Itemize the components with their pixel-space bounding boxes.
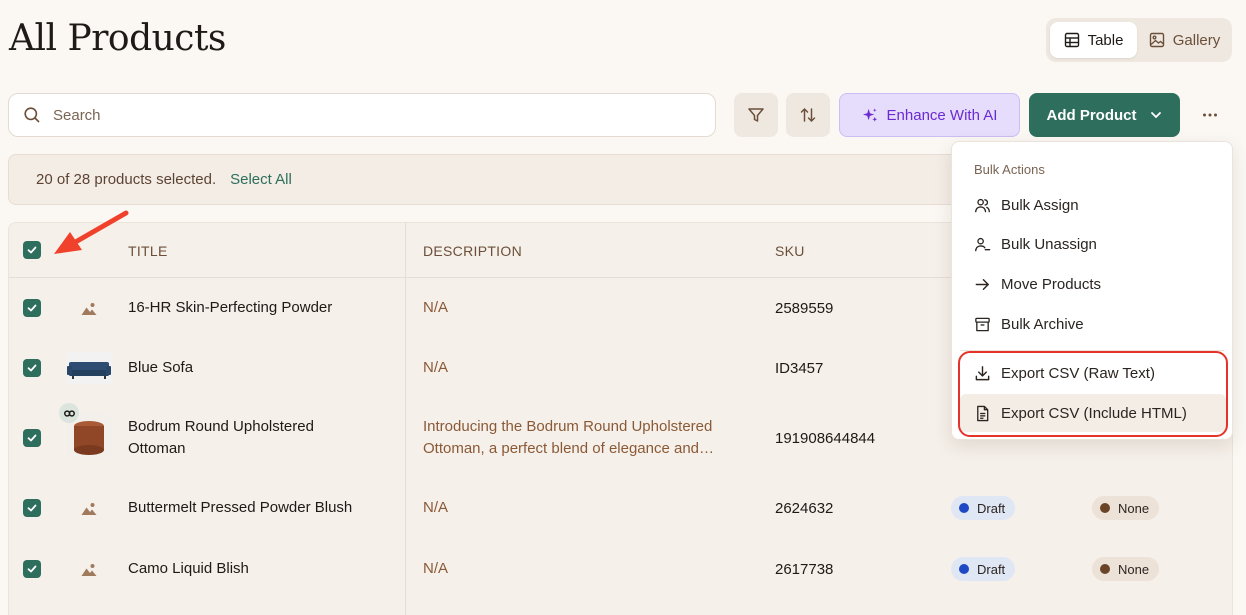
table-icon	[1064, 32, 1079, 48]
row-title: Buttermelt Pressed Powder Blush	[128, 499, 353, 516]
selection-count: 20 of 28 products selected.	[36, 171, 217, 188]
status-dot	[959, 503, 969, 513]
menu-item-export-csv-html[interactable]: Export CSV (Include HTML)	[960, 394, 1226, 432]
row-checkbox[interactable]	[23, 560, 41, 578]
check-icon	[27, 504, 37, 512]
file-text-icon	[977, 405, 989, 421]
status-label: Draft	[977, 561, 1006, 577]
variant-badge[interactable]	[59, 403, 79, 423]
gallery-view-button[interactable]: Gallery	[1141, 22, 1228, 58]
menu-item-label: Bulk Assign	[1001, 196, 1079, 214]
table-view-button[interactable]: Table	[1050, 22, 1137, 58]
assignee-badge[interactable]: None	[1092, 496, 1160, 520]
add-product-label: Add Product	[1046, 106, 1137, 124]
row-description: N/A	[423, 359, 449, 376]
check-icon	[27, 246, 37, 254]
status-badge[interactable]: Draft	[951, 557, 1016, 581]
menu-item-bulk-assign[interactable]: Bulk Assign	[960, 186, 1226, 224]
column-header-description[interactable]: DESCRIPTION	[423, 223, 522, 278]
column-header-title[interactable]: TITLE	[128, 223, 168, 278]
status-badge[interactable]: Draft	[951, 496, 1016, 520]
row-sku: ID3457	[775, 359, 824, 377]
gallery-view-label: Gallery	[1172, 31, 1221, 49]
link-icon	[63, 409, 75, 417]
menu-item-label: Export CSV (Raw Text)	[1001, 364, 1155, 382]
arrow-right-icon	[975, 278, 989, 290]
sort-icon	[800, 107, 816, 123]
row-title: Bodrum Round Upholstered Ottoman	[128, 418, 314, 457]
menu-item-label: Bulk Unassign	[1001, 235, 1097, 253]
menu-item-bulk-archive[interactable]: Bulk Archive	[960, 305, 1226, 343]
annotation-arrow-icon	[54, 210, 129, 254]
assignee-label: None	[1118, 561, 1150, 577]
row-title: Blue Sofa	[128, 359, 194, 376]
users-icon	[975, 198, 990, 212]
more-options-button[interactable]	[1194, 100, 1226, 130]
check-icon	[27, 434, 37, 442]
row-sku: 191908644844	[775, 429, 876, 447]
check-icon	[27, 304, 37, 312]
assignee-dot	[1100, 503, 1110, 513]
view-toggle: Table Gallery	[1046, 18, 1232, 62]
status-dot	[959, 564, 969, 574]
sparkles-icon	[862, 107, 877, 122]
download-icon	[975, 365, 990, 380]
archive-icon	[975, 317, 990, 331]
filter-icon	[748, 108, 764, 122]
menu-item-export-csv-raw[interactable]: Export CSV (Raw Text)	[960, 354, 1226, 392]
menu-item-label: Move Products	[1001, 275, 1102, 293]
row-checkbox[interactable]	[23, 299, 41, 317]
image-placeholder-icon	[78, 559, 100, 581]
row-sku: 2624632	[775, 499, 834, 517]
row-description: N/A	[423, 499, 449, 516]
row-checkbox[interactable]	[23, 429, 41, 447]
assignee-dot	[1100, 564, 1110, 574]
row-title: Camo Liquid Blish	[128, 560, 249, 577]
menu-section-label: Bulk Actions	[974, 162, 1045, 177]
user-minus-icon	[975, 237, 991, 251]
more-horizontal-icon	[1203, 113, 1217, 117]
page-title: All Products	[9, 18, 226, 59]
menu-item-label: Bulk Archive	[1001, 315, 1084, 333]
row-sku: 2617738	[775, 560, 834, 578]
column-header-sku[interactable]: SKU	[775, 223, 805, 278]
row-description: Introducing the Bodrum Round Upholstered…	[423, 418, 715, 457]
row-description: N/A	[423, 560, 449, 577]
table-view-label: Table	[1087, 31, 1124, 49]
product-thumbnail	[66, 352, 112, 384]
menu-divider	[960, 350, 1224, 351]
sort-button[interactable]	[786, 93, 830, 137]
image-placeholder-icon	[78, 298, 100, 320]
status-label: Draft	[977, 500, 1006, 516]
check-icon	[27, 364, 37, 372]
row-checkbox[interactable]	[23, 499, 41, 517]
search-box	[8, 93, 716, 137]
select-all-link[interactable]: Select All	[230, 171, 292, 188]
menu-item-bulk-unassign[interactable]: Bulk Unassign	[960, 225, 1226, 263]
image-icon	[1149, 32, 1164, 48]
bulk-actions-menu: Bulk Actions Bulk Assign Bulk Unassign M…	[951, 141, 1233, 440]
check-icon	[27, 565, 37, 573]
menu-item-label: Export CSV (Include HTML)	[1001, 404, 1187, 422]
assignee-badge[interactable]: None	[1092, 557, 1160, 581]
add-product-button[interactable]: Add Product	[1029, 93, 1180, 137]
chevron-down-icon	[1150, 112, 1161, 119]
table-row[interactable]: Camo Liquid Blish N/A 2617738 Draft None	[9, 538, 1232, 600]
menu-item-move-products[interactable]: Move Products	[960, 265, 1226, 303]
search-icon	[24, 107, 40, 123]
image-placeholder-icon	[78, 498, 100, 520]
search-input[interactable]	[53, 106, 701, 124]
row-checkbox[interactable]	[23, 359, 41, 377]
enhance-label: Enhance With AI	[886, 106, 998, 124]
select-all-checkbox[interactable]	[23, 241, 41, 259]
row-sku: 2589559	[775, 299, 834, 317]
assignee-label: None	[1118, 500, 1150, 516]
table-row[interactable]: Buttermelt Pressed Powder Blush N/A 2624…	[9, 478, 1232, 538]
sofa-icon	[66, 352, 112, 384]
filter-button[interactable]	[734, 93, 778, 137]
enhance-with-ai-button[interactable]: Enhance With AI	[839, 93, 1020, 137]
row-description: N/A	[423, 299, 449, 316]
row-title: 16-HR Skin-Perfecting Powder	[128, 299, 333, 316]
